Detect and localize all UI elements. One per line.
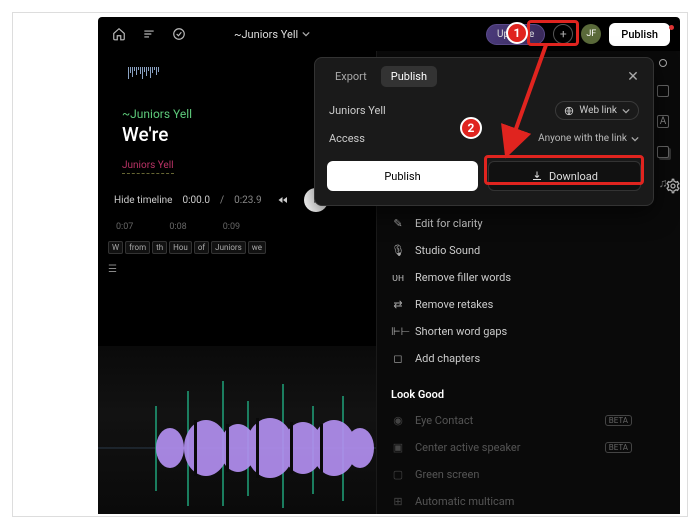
remove-filler-item[interactable]: ᴜʜRemove filler words (377, 264, 646, 291)
menu-icon[interactable] (138, 23, 160, 45)
wand-icon: ✎ (391, 217, 405, 230)
hide-timeline-link[interactable]: Hide timeline (114, 195, 172, 206)
chevron-down-icon (622, 107, 630, 115)
app-window: ~Juniors Yell Upgrade + JF Publish ~Juni… (98, 17, 680, 514)
layers-icon[interactable] (657, 146, 669, 158)
time-current: 0:00.0 (182, 195, 210, 206)
center-icon: ▣ (391, 441, 405, 454)
eye-contact-item[interactable]: ◉Eye ContactBETA (377, 407, 646, 434)
edit-clarity-item[interactable]: ✎Edit for clarity (377, 210, 646, 237)
access-label: Access (329, 132, 365, 145)
notification-dot (669, 25, 674, 30)
record-icon[interactable] (659, 59, 667, 67)
main-waveform[interactable] (98, 346, 376, 514)
download-icon (531, 170, 543, 182)
multicam-item[interactable]: ⊞Automatic multicam (377, 488, 646, 514)
strikethrough-icon: ᴜʜ (391, 271, 405, 284)
skip-back-icon[interactable] (272, 189, 294, 211)
center-speaker-item[interactable]: ▣Center active speakerBETA (377, 434, 646, 461)
shorten-gaps-item[interactable]: ⊩⊢Shorten word gaps (377, 318, 646, 345)
chevron-down-icon (302, 30, 310, 38)
screenshot-frame: ~Juniors Yell Upgrade + JF Publish ~Juni… (12, 12, 688, 517)
close-icon[interactable]: ✕ (623, 67, 643, 87)
tab-export[interactable]: Export (325, 66, 377, 87)
gear-icon[interactable] (665, 178, 680, 194)
timeline-ticks: 0:07 0:08 0:09 (116, 222, 376, 232)
time-sep: / (220, 195, 224, 206)
word-track[interactable]: W from th Hou of Juniors we (108, 238, 376, 256)
gaps-icon: ⊩⊢ (391, 325, 405, 338)
time-total: 0:23.9 (234, 195, 262, 206)
project-title[interactable]: ~Juniors Yell (234, 28, 310, 41)
tab-publish[interactable]: Publish (381, 66, 437, 87)
bookmark-icon: ◻ (391, 352, 405, 365)
repeat-icon: ⇄ (391, 298, 405, 311)
multicam-icon: ⊞ (391, 495, 405, 508)
track-settings-icon[interactable]: ☰ (108, 264, 376, 275)
callout-badge-2: 2 (460, 117, 482, 139)
green-screen-item[interactable]: ▢Green screen (377, 461, 646, 488)
eye-icon: ◉ (391, 414, 405, 427)
project-title-text: ~Juniors Yell (234, 28, 298, 41)
clip-caption: Juniors Yell (122, 160, 174, 174)
remove-retakes-item[interactable]: ⇄Remove retakes (377, 291, 646, 318)
publish-button[interactable]: Publish (609, 23, 670, 46)
home-icon[interactable] (108, 23, 130, 45)
studio-sound-item[interactable]: 🎙Studio Sound (377, 237, 646, 264)
chevron-down-icon (631, 135, 639, 143)
popover-publish-button[interactable]: Publish (327, 161, 478, 191)
add-chapters-item[interactable]: ◻Add chapters (377, 345, 646, 372)
screen-icon: ▢ (391, 468, 405, 481)
check-icon[interactable] (168, 23, 190, 45)
popover-project-name: Juniors Yell (329, 104, 386, 117)
apps-icon[interactable] (657, 85, 669, 97)
callout-badge-1: 1 (506, 22, 528, 44)
caption-icon[interactable]: A (657, 115, 670, 128)
look-good-heading: Look Good (377, 382, 646, 407)
mic-icon: 🎙 (391, 244, 405, 257)
callout-arrow (498, 37, 618, 167)
